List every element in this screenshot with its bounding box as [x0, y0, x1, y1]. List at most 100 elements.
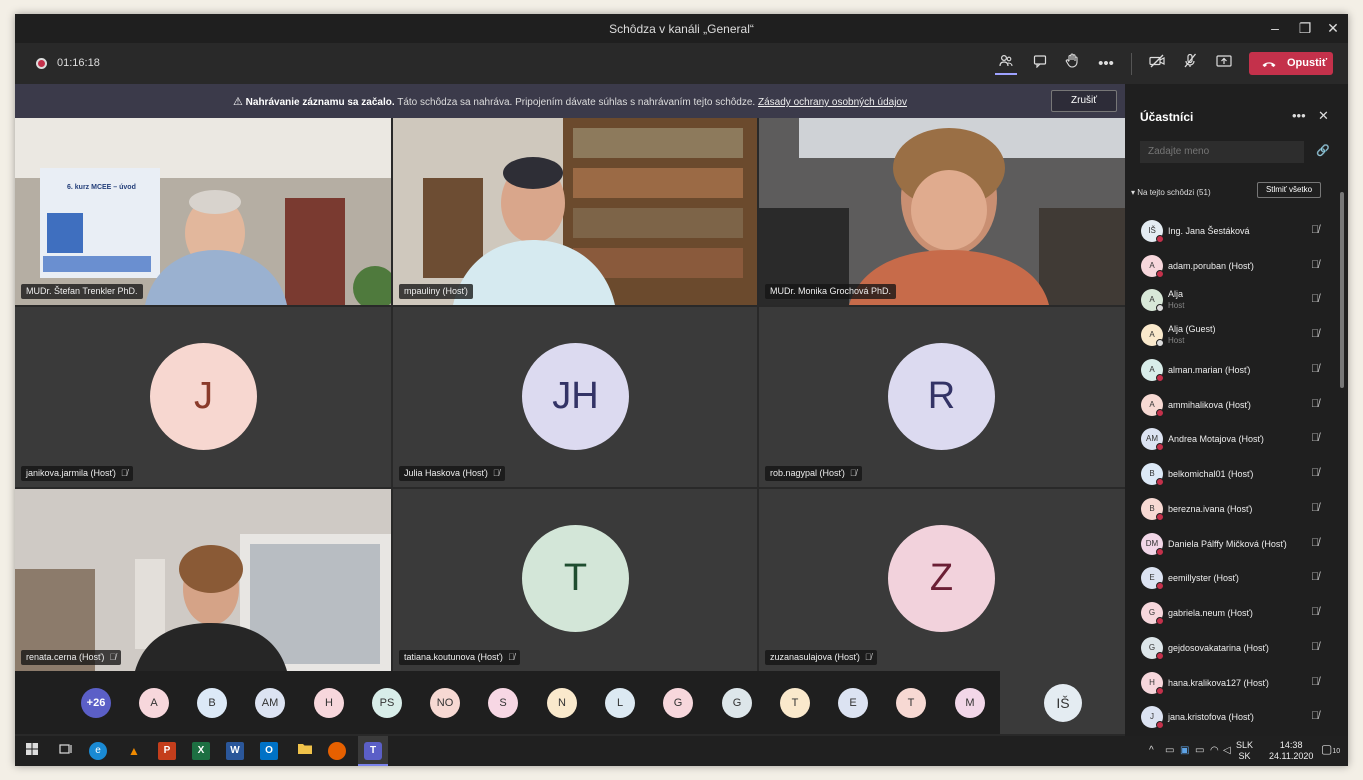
avatar[interactable]: L: [605, 688, 635, 718]
avatar[interactable]: E: [838, 688, 868, 718]
participant-tile[interactable]: J janikova.jarmila (Hosť) 🎙̸: [15, 307, 391, 487]
excel-icon[interactable]: X: [192, 742, 210, 760]
volume-icon[interactable]: ◁: [1223, 745, 1231, 756]
participant-tile[interactable]: T tatiana.koutunova (Hosť) 🎙̸: [393, 489, 757, 671]
mic-muted-icon[interactable]: 🎙̸: [1311, 293, 1319, 305]
avatar[interactable]: AM: [255, 688, 285, 718]
participant-row[interactable]: A Alja (Guest) Host 🎙̸: [1125, 319, 1335, 353]
privacy-link[interactable]: Zásady ochrany osobných údajov: [758, 97, 907, 108]
outlook-icon[interactable]: O: [260, 742, 278, 760]
avatar[interactable]: B: [197, 688, 227, 718]
status-dot: [1156, 652, 1164, 660]
participant-row[interactable]: G gejdosovakatarina (Hosť) 🎙̸: [1125, 632, 1335, 666]
mic-muted-icon[interactable]: 🎙̸: [1311, 328, 1319, 340]
participants-icon[interactable]: [995, 53, 1017, 75]
participant-row[interactable]: H hana.kralikova127 (Hosť) 🎙̸: [1125, 667, 1335, 701]
windows-start-icon[interactable]: [21, 740, 43, 762]
minimize-icon[interactable]: –: [1265, 18, 1285, 38]
participant-row[interactable]: DM Daniela Pálffy Mičková (Hosť) 🎙̸: [1125, 528, 1335, 562]
participant-tile[interactable]: R rob.nagypal (Hosť) 🎙̸: [759, 307, 1125, 487]
mic-muted-icon[interactable]: 🎙̸: [1311, 537, 1319, 549]
participant-role: Host: [1168, 336, 1185, 345]
file-explorer-icon[interactable]: [294, 740, 316, 762]
participant-row[interactable]: B belkomichal01 (Hosť) 🎙̸: [1125, 458, 1335, 492]
self-preview[interactable]: IŠ: [1000, 671, 1125, 734]
chevron-up-icon[interactable]: ^: [1149, 745, 1154, 756]
overflow-count[interactable]: +26: [81, 688, 111, 718]
video-tile[interactable]: MUDr. Monika Grochová PhD.: [759, 118, 1125, 305]
notifications-icon[interactable]: ▢10: [1321, 742, 1340, 756]
avatar[interactable]: S: [488, 688, 518, 718]
avatar[interactable]: M: [955, 688, 985, 718]
word-icon[interactable]: W: [226, 742, 244, 760]
avatar[interactable]: H: [314, 688, 344, 718]
cancel-recording-button[interactable]: Zrušiť: [1051, 90, 1117, 112]
raise-hand-icon[interactable]: [1061, 53, 1083, 75]
mute-all-button[interactable]: Stlmiť všetko: [1257, 182, 1321, 198]
display-icon[interactable]: ▭: [1195, 745, 1204, 756]
participant-tile[interactable]: JH Julia Haskova (Hosť) 🎙̸: [393, 307, 757, 487]
panel-scrollbar[interactable]: [1340, 192, 1344, 388]
participant-row[interactable]: J jana.kristofova (Hosť) 🎙̸: [1125, 701, 1335, 735]
participant-row[interactable]: A ammihalikova (Hosť) 🎙̸: [1125, 389, 1335, 423]
mic-muted-icon[interactable]: 🎙̸: [1311, 676, 1319, 688]
mic-muted-icon[interactable]: 🎙̸: [1311, 710, 1319, 722]
participant-row[interactable]: G gabriela.neum (Hosť) 🎙̸: [1125, 597, 1335, 631]
network-icon[interactable]: ▭: [1165, 745, 1174, 756]
wifi-icon[interactable]: ◠: [1210, 745, 1219, 756]
avatar[interactable]: NO: [430, 688, 460, 718]
chat-icon[interactable]: [1029, 53, 1051, 75]
avatar[interactable]: N: [547, 688, 577, 718]
more-icon[interactable]: •••: [1292, 108, 1306, 123]
firefox-icon[interactable]: [328, 742, 346, 760]
participant-row[interactable]: B berezna.ivana (Hosť) 🎙̸: [1125, 493, 1335, 527]
teams-taskbar-button[interactable]: T: [358, 736, 388, 766]
mic-muted-icon[interactable]: 🎙̸: [1311, 571, 1319, 583]
mic-muted-icon[interactable]: 🎙̸: [1311, 398, 1319, 410]
share-link-icon[interactable]: 🔗: [1316, 144, 1330, 157]
language-indicator[interactable]: SLK SK: [1236, 740, 1253, 762]
mic-muted-icon[interactable]: 🎙̸: [1311, 641, 1319, 653]
participant-row[interactable]: E eemillyster (Hosť) 🎙̸: [1125, 562, 1335, 596]
mic-muted-icon[interactable]: 🎙̸: [1311, 467, 1319, 479]
participant-row[interactable]: AM Andrea Motajova (Hosť) 🎙̸: [1125, 423, 1335, 457]
video-tile[interactable]: mpauliny (Hosť): [393, 118, 757, 305]
task-view-icon[interactable]: [55, 740, 77, 762]
participant-row[interactable]: A Alja Host 🎙̸: [1125, 284, 1335, 318]
participant-row[interactable]: IŠ Ing. Jana Šestáková 🎙̸: [1125, 215, 1335, 249]
mic-muted-icon[interactable]: 🎙̸: [1311, 224, 1319, 236]
mic-muted-icon[interactable]: 🎙̸: [1311, 363, 1319, 375]
leave-button[interactable]: Opustiť: [1249, 52, 1333, 75]
participant-row[interactable]: A adam.poruban (Hosť) 🎙̸: [1125, 250, 1335, 284]
close-icon[interactable]: ✕: [1323, 18, 1343, 38]
avatar[interactable]: PS: [372, 688, 402, 718]
avatar[interactable]: G: [722, 688, 752, 718]
close-icon[interactable]: ✕: [1318, 108, 1329, 124]
avatar[interactable]: T: [780, 688, 810, 718]
vlc-icon[interactable]: ▲: [123, 740, 145, 762]
mic-muted-icon[interactable]: 🎙̸: [1311, 502, 1319, 514]
search-input[interactable]: [1140, 141, 1304, 163]
mic-muted-icon[interactable]: 🎙̸: [1311, 432, 1319, 444]
avatar[interactable]: T: [896, 688, 926, 718]
video-tile[interactable]: 6. kurz MCEE – úvod MUDr. Štefan Trenkle…: [15, 118, 391, 305]
more-icon[interactable]: •••: [1095, 53, 1117, 75]
powerpoint-icon[interactable]: P: [158, 742, 176, 760]
avatar[interactable]: G: [663, 688, 693, 718]
share-screen-icon[interactable]: [1213, 53, 1235, 75]
participant-tile[interactable]: Z zuzanasulajova (Hosť) 🎙̸: [759, 489, 1125, 671]
outlook-tray-icon[interactable]: ▣: [1180, 745, 1189, 756]
maximize-icon[interactable]: ❐: [1295, 18, 1315, 38]
section-header[interactable]: ▾ Na tejto schôdzi (51): [1131, 188, 1211, 197]
mic-muted-icon[interactable]: 🎙̸: [1311, 259, 1319, 271]
participant-name: rob.nagypal (Hosť): [770, 468, 845, 478]
avatar[interactable]: A: [139, 688, 169, 718]
system-clock[interactable]: 14:38 24.11.2020: [1269, 740, 1313, 762]
mic-muted-icon[interactable]: 🎙̸: [1311, 606, 1319, 618]
mic-off-icon[interactable]: [1179, 53, 1201, 75]
mic-muted-icon: 🎙̸: [849, 468, 857, 478]
participant-row[interactable]: A alman.marian (Hosť) 🎙̸: [1125, 354, 1335, 388]
camera-off-icon[interactable]: [1146, 53, 1168, 75]
video-tile[interactable]: renata.cerna (Hosť) 🎙̸: [15, 489, 391, 671]
edge-icon[interactable]: e: [89, 742, 107, 760]
